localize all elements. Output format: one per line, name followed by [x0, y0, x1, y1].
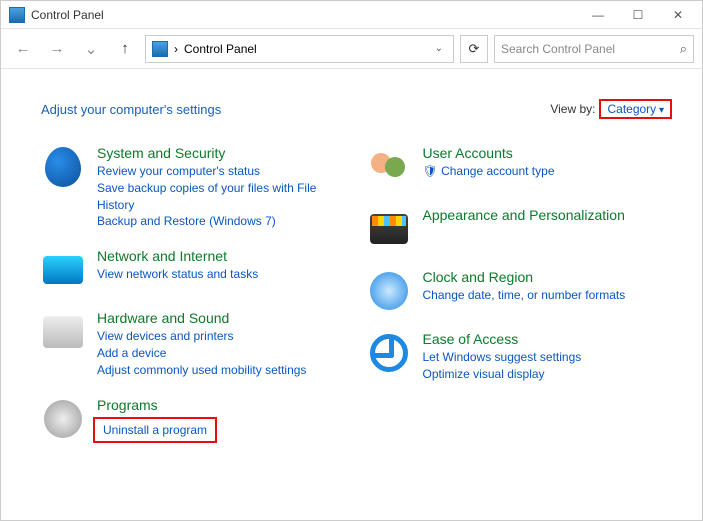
- category-user-accounts: User Accounts 🛡 Change account type: [367, 145, 673, 189]
- breadcrumb[interactable]: Control Panel: [184, 42, 257, 56]
- clock-icon: [367, 269, 411, 313]
- printer-icon: [41, 310, 85, 354]
- minimize-button[interactable]: —: [578, 3, 618, 27]
- category-appearance: Appearance and Personalization: [367, 207, 673, 251]
- breadcrumb-sep: ›: [174, 42, 178, 56]
- category-title-ease[interactable]: Ease of Access: [423, 331, 582, 347]
- category-title-user-accounts[interactable]: User Accounts: [423, 145, 555, 161]
- category-hardware-sound: Hardware and Sound View devices and prin…: [41, 310, 347, 378]
- link-file-history[interactable]: Save backup copies of your files with Fi…: [97, 180, 347, 214]
- address-bar[interactable]: › Control Panel ⌄: [145, 35, 454, 63]
- link-devices-printers[interactable]: View devices and printers: [97, 328, 306, 345]
- page-heading: Adjust your computer's settings: [41, 102, 221, 117]
- category-title-network[interactable]: Network and Internet: [97, 248, 258, 264]
- recent-locations-button[interactable]: ⌄: [77, 35, 105, 63]
- disc-icon: [41, 397, 85, 441]
- forward-button[interactable]: →: [43, 35, 71, 63]
- left-column: System and Security Review your computer…: [41, 145, 347, 461]
- search-box[interactable]: ⌕: [494, 35, 694, 63]
- users-icon: [367, 145, 411, 189]
- maximize-button[interactable]: ☐: [618, 3, 658, 27]
- category-programs: Programs Uninstall a program: [41, 397, 347, 444]
- content-area: Adjust your computer's settings View by:…: [1, 69, 702, 471]
- link-network-status[interactable]: View network status and tasks: [97, 266, 258, 283]
- link-date-time-formats[interactable]: Change date, time, or number formats: [423, 287, 626, 304]
- shield-icon: [41, 145, 85, 189]
- category-title-clock[interactable]: Clock and Region: [423, 269, 626, 285]
- category-clock-region: Clock and Region Change date, time, or n…: [367, 269, 673, 313]
- link-add-device[interactable]: Add a device: [97, 345, 306, 362]
- network-icon: [41, 248, 85, 292]
- category-title-hardware[interactable]: Hardware and Sound: [97, 310, 306, 326]
- link-uninstall-program[interactable]: Uninstall a program: [103, 422, 207, 439]
- right-column: User Accounts 🛡 Change account type Appe…: [367, 145, 673, 461]
- category-ease-of-access: Ease of Access Let Windows suggest setti…: [367, 331, 673, 383]
- category-title-programs[interactable]: Programs: [97, 397, 217, 413]
- search-input[interactable]: [501, 42, 676, 56]
- view-by-label: View by:: [550, 102, 595, 116]
- navbar: ← → ⌄ ↑ › Control Panel ⌄ ⟳ ⌕: [1, 29, 702, 69]
- link-mobility-settings[interactable]: Adjust commonly used mobility settings: [97, 362, 306, 379]
- link-suggest-settings[interactable]: Let Windows suggest settings: [423, 349, 582, 366]
- shield-badge-icon: 🛡: [423, 164, 438, 178]
- category-title-appearance[interactable]: Appearance and Personalization: [423, 207, 625, 223]
- address-dropdown[interactable]: ⌄: [431, 43, 447, 54]
- address-icon: [152, 41, 168, 57]
- control-panel-icon: [9, 7, 25, 23]
- refresh-button[interactable]: ⟳: [460, 35, 488, 63]
- monitor-icon: [367, 207, 411, 251]
- category-title-system-security[interactable]: System and Security: [97, 145, 347, 161]
- link-backup-restore[interactable]: Backup and Restore (Windows 7): [97, 213, 347, 230]
- link-change-account-type[interactable]: 🛡 Change account type: [423, 163, 555, 180]
- close-button[interactable]: ✕: [658, 3, 698, 27]
- highlight-uninstall: Uninstall a program: [93, 417, 217, 444]
- window-title: Control Panel: [31, 8, 104, 22]
- titlebar: Control Panel — ☐ ✕: [1, 1, 702, 29]
- ease-icon: [367, 331, 411, 375]
- link-review-status[interactable]: Review your computer's status: [97, 163, 347, 180]
- category-network-internet: Network and Internet View network status…: [41, 248, 347, 292]
- up-button[interactable]: ↑: [111, 35, 139, 63]
- category-system-security: System and Security Review your computer…: [41, 145, 347, 230]
- search-icon[interactable]: ⌕: [680, 41, 687, 57]
- view-by-dropdown[interactable]: Category: [599, 99, 672, 119]
- link-change-account-type-text: Change account type: [441, 164, 554, 178]
- back-button[interactable]: ←: [9, 35, 37, 63]
- link-optimize-display[interactable]: Optimize visual display: [423, 366, 582, 383]
